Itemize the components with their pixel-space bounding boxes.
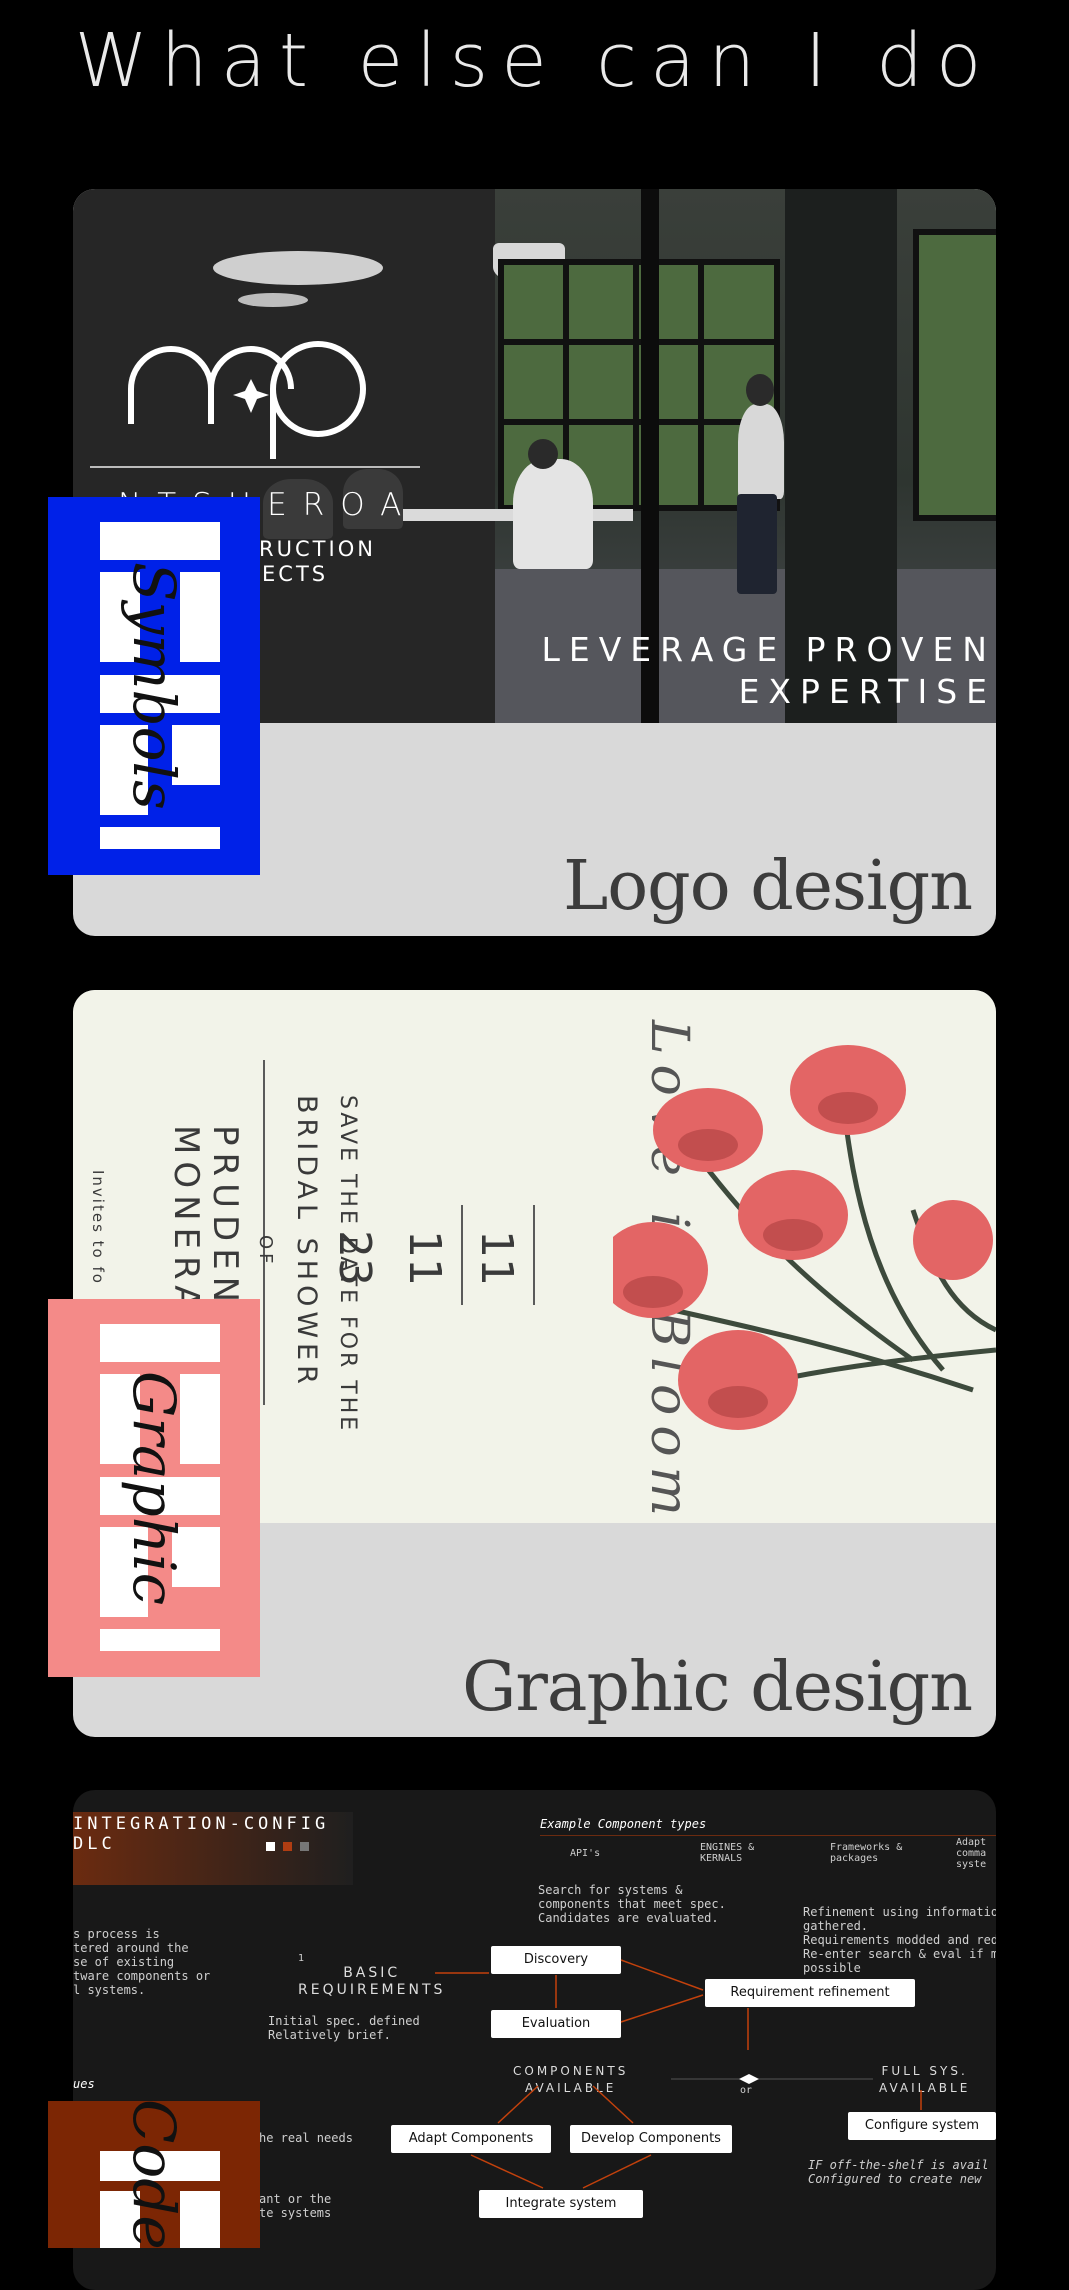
tagline: LEVERAGE PROVEN EXPERTISE [541, 630, 996, 711]
card-label: Logo design [563, 847, 973, 926]
logo-tag: Symbols [48, 497, 260, 875]
invite-month: 11 [399, 1230, 450, 1286]
invite-day: 11 [471, 1230, 522, 1286]
invite-name-line2: MONERA [166, 1125, 206, 1316]
page-title: What else can I do [74, 18, 995, 104]
carnation-illustration [613, 1045, 996, 1430]
invite-event: BRIDAL SHOWER [291, 1095, 322, 1389]
graphic-tag: Graphic [48, 1299, 260, 1677]
card-label: Graphic design [462, 1648, 973, 1727]
tag-script: Symbols [120, 562, 188, 810]
invite-invites: Invites to fo [89, 1170, 107, 1285]
invite-year: 23 [329, 1230, 380, 1286]
brand-logo [128, 341, 367, 459]
invite-of: OF [255, 1235, 276, 1268]
tag-script: Graphic [120, 1370, 188, 1606]
tag-script: Code [120, 2101, 188, 2248]
code-tag: Code [48, 2101, 260, 2248]
